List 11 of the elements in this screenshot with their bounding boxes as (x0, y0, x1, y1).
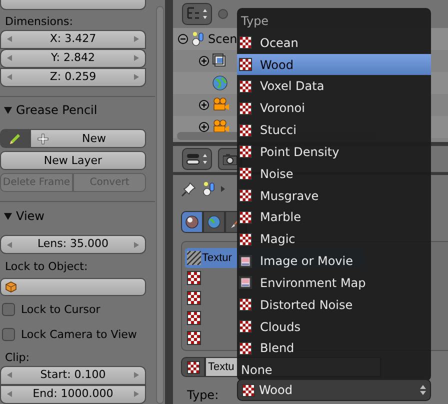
scene-label: Scen (208, 31, 238, 48)
lock-to-object-label: Lock to Object: (5, 258, 89, 275)
panel-title: Grease Pencil (16, 102, 98, 119)
checkbox-label: Lock Camera to View (21, 326, 137, 343)
type-label: Type: (186, 387, 220, 404)
checkbox-label: Lock to Cursor (21, 302, 100, 318)
menu-title: Type (240, 12, 270, 30)
dimensions-label: Dimensions: (5, 14, 74, 30)
texture-slot-label: Textur (202, 250, 232, 266)
panel-title: View (16, 208, 44, 225)
clip-label: Clip: (5, 350, 30, 366)
